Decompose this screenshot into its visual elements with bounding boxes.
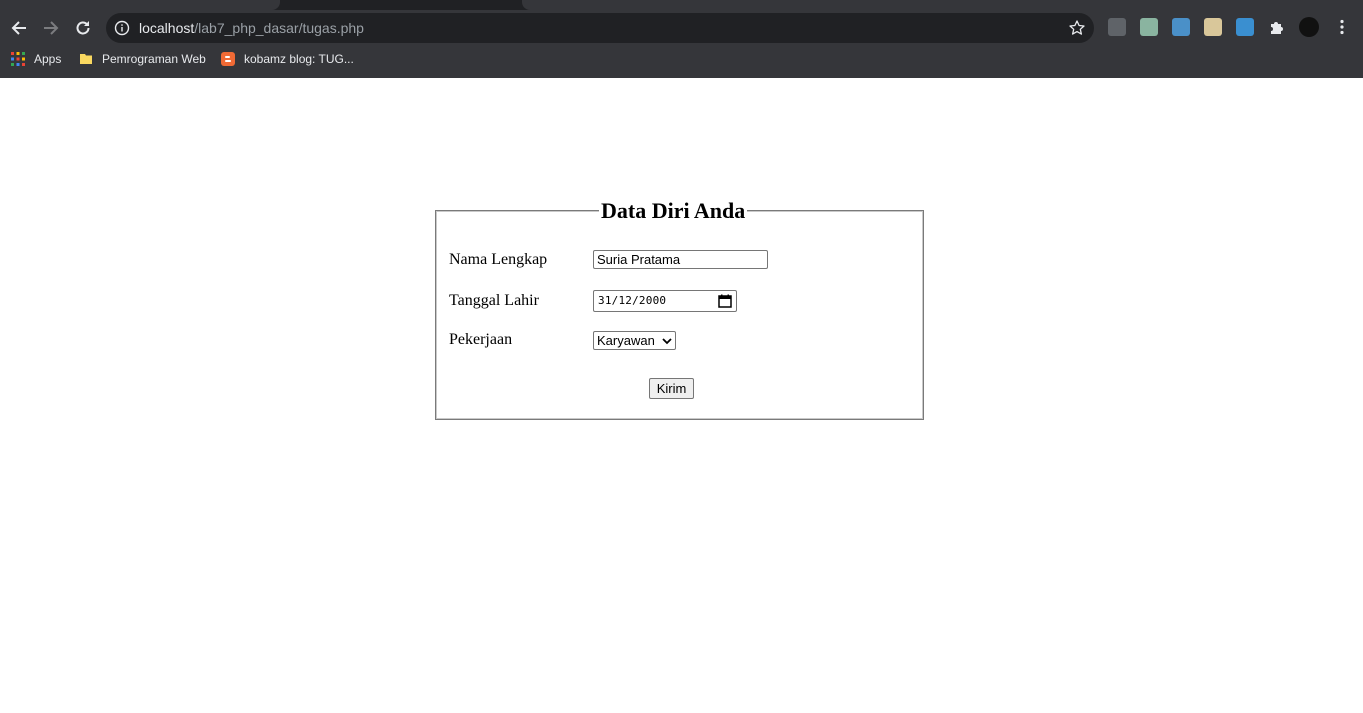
tanggal-lahir-label: Tanggal Lahir [449,292,539,309]
tab-strip [0,0,1363,10]
back-button[interactable] [7,16,31,40]
avatar-icon[interactable] [1299,17,1319,37]
bookmark-kobamz-blog[interactable]: kobamz blog: TUG... [221,46,354,72]
nama-lengkap-input[interactable]: Suria Pratama [593,250,768,269]
url-host: localhost [139,20,195,36]
extension-2-icon[interactable] [1140,18,1158,36]
kebab-menu-icon[interactable] [1333,18,1351,36]
info-icon[interactable] [114,20,130,36]
pekerjaan-label: Pekerjaan [449,331,513,348]
bookmark-pemrograman-web[interactable]: Pemrograman Web [79,46,206,72]
tanggal-lahir-input[interactable]: 31/12/2000 [593,290,737,312]
tab-inactive[interactable] [0,0,280,10]
bookmark-label: Apps [34,52,62,66]
chevron-down-icon [662,338,672,345]
blogger-icon [221,52,235,66]
reload-button[interactable] [71,16,95,40]
url-path: /lab7_php_dasar/tugas.php [194,20,364,36]
folder-icon [80,54,92,64]
extension-1-icon[interactable] [1108,18,1126,36]
fieldset-legend: Data Diri Anda [599,197,748,225]
extension-3-icon[interactable] [1172,18,1190,36]
nama-lengkap-label: Nama Lengkap [449,251,548,268]
bookmark-apps[interactable]: Apps [11,46,61,72]
pekerjaan-select[interactable]: Karyawan [593,331,676,350]
calendar-icon[interactable] [718,294,732,308]
bookmark-label: Pemrograman Web [102,52,206,66]
forward-button[interactable] [39,16,63,40]
apps-grid-icon [11,52,25,66]
url-text[interactable]: localhost/lab7_php_dasar/tugas.php [139,13,364,43]
tab-active[interactable] [522,0,1363,10]
kirim-button[interactable]: Kirim [649,378,694,399]
bookmark-label: kobamz blog: TUG... [244,52,354,66]
address-bar[interactable]: localhost/lab7_php_dasar/tugas.php [106,13,1094,43]
date-value: 31/12/2000 [598,294,667,307]
select-value: Karyawan [597,333,655,348]
forward-arrow-icon [44,21,59,35]
bookmarks-bar: Apps Pemrograman Web kobamz blog: TUG... [0,46,1363,78]
extension-4-icon[interactable] [1204,18,1222,36]
bookmark-star-icon[interactable] [1068,19,1086,37]
extension-5-icon[interactable] [1236,18,1254,36]
back-arrow-icon [11,21,26,35]
browser-toolbar: localhost/lab7_php_dasar/tugas.php [0,10,1363,46]
puzzle-icon[interactable] [1268,18,1286,36]
reload-icon [76,21,90,35]
